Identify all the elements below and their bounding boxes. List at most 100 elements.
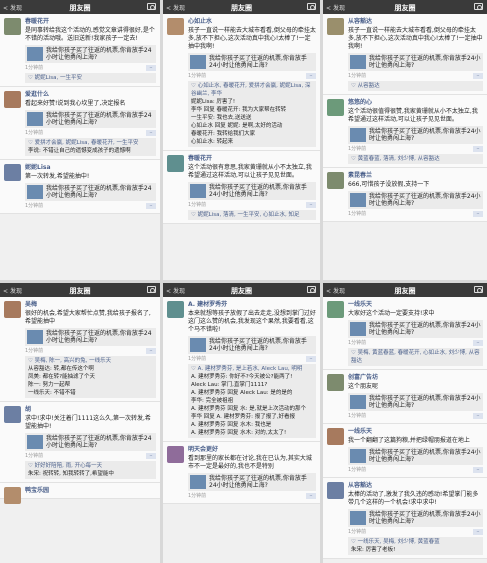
avatar[interactable]	[167, 446, 184, 463]
comment-line[interactable]: A. 建材罗秀芬 回复 水: 是,就是上次活动的那个	[191, 405, 313, 413]
poster-name[interactable]: 心如止水	[188, 17, 316, 26]
poster-name[interactable]: 从容豁达	[348, 17, 483, 26]
more-actions-button[interactable]: ··	[473, 467, 483, 473]
comment-line[interactable]: 凤美: 都在转?能抽滤了个天	[28, 373, 153, 381]
avatar[interactable]	[327, 374, 344, 391]
comment-line[interactable]: 陈一: 努力一起帮	[28, 381, 153, 389]
comment-line[interactable]: ♡ A. 建材罗秀芬, 是上若水, Aleck Lau, 明明	[191, 365, 313, 373]
comment-line[interactable]: 李华 回复 A. 建材罗秀芬: 报了报了,好看报	[191, 413, 313, 421]
comment-line[interactable]: 春暖花开: 我转给我们大家	[191, 130, 313, 138]
poster-name[interactable]: 春暖花开	[25, 17, 156, 26]
camera-icon[interactable]	[474, 3, 483, 10]
shared-link-card[interactable]: 我给你孩子买了往返的机票,你肯放手24小时让他勇闯上海?	[25, 328, 156, 346]
poster-name[interactable]: 爱逛什么	[25, 90, 156, 99]
poster-name[interactable]: 明天会更好	[188, 445, 316, 454]
comment-line[interactable]: Aleck Lau: 掌门,直掌门1111?	[191, 381, 313, 389]
avatar[interactable]	[167, 18, 184, 35]
poster-name[interactable]: 从容豁达	[348, 481, 483, 490]
shared-link-card[interactable]: 我给你孩子买了往返的机票,你肯放手24小时让他勇闯上海?	[25, 45, 156, 63]
avatar[interactable]	[4, 301, 21, 318]
comment-line[interactable]: ♡ 心如止水, 春暖花开, 爱拼才会赢, 妮妮Lisa, 深谷幽兰, 李华	[191, 82, 313, 98]
more-actions-button[interactable]: ··	[473, 73, 483, 79]
comment-line[interactable]: ♡ 妮妮Lisa, 落清, 一生平安, 心如止水, 知足	[191, 211, 313, 219]
avatar[interactable]	[4, 406, 21, 423]
avatar[interactable]	[4, 487, 21, 504]
shared-link-card[interactable]: 我给你孩子买了往返的机票,你肯放手24小时让他勇闯上海?	[348, 393, 483, 411]
more-actions-button[interactable]: ··	[306, 356, 316, 362]
poster-name[interactable]: 吴梅	[25, 300, 156, 309]
poster-name[interactable]: 春暖花开	[188, 154, 316, 163]
shared-link-card[interactable]: 我给你孩子买了往返的机票,你肯放手24小时让他勇闯上海?	[348, 320, 483, 338]
poster-name[interactable]: 悠悠的心	[348, 98, 483, 107]
more-actions-button[interactable]: ··	[146, 65, 156, 71]
comment-line[interactable]: ♡ 一线乐天, 吴梅, 刘少博, 黄蓝春蓝	[351, 538, 480, 546]
comment-line[interactable]: ♡ 好好好陪陪, 雨, 开心每一天	[28, 462, 153, 470]
poster-name[interactable]: 鸭宝乐园	[25, 486, 156, 495]
poster-name[interactable]: 素昆春兰	[348, 171, 483, 180]
comment-line[interactable]: 心如止水 回复 妮妮: 是啊,太好的活动	[191, 122, 313, 130]
more-actions-button[interactable]: ··	[306, 202, 316, 208]
avatar[interactable]	[327, 172, 344, 189]
comment-line[interactable]: A. 建材罗秀芬: 你好不?今天被公?能两了!	[191, 373, 313, 381]
comment-line[interactable]: 李说: 不错让自己的遗憾变成孩子的遗憾啊	[28, 147, 153, 155]
comment-line[interactable]: A. 建材罗秀芬 回复 水木: 我也是	[191, 421, 313, 429]
poster-name[interactable]: A. 建材罗秀芬	[188, 300, 316, 309]
comment-line[interactable]: 李华: 完全被祖祖	[191, 397, 313, 405]
comment-line[interactable]: ♡ 吴梅, 黄蓝春蓝, 春暖花开, 心如止水, 刘少博, 从容豁达	[351, 349, 480, 365]
camera-icon[interactable]	[147, 286, 156, 293]
shared-link-card[interactable]: 我给你孩子买了往返的机票,你肯放手24小时让他勇闯上海?	[25, 433, 156, 451]
poster-name[interactable]: 一线乐天	[348, 427, 483, 436]
more-actions-button[interactable]: ··	[473, 413, 483, 419]
avatar[interactable]	[327, 99, 344, 116]
more-actions-button[interactable]: ··	[473, 529, 483, 535]
comment-line[interactable]: A. 建材罗秀芬 回复 Aleck Lau: 是的是的	[191, 389, 313, 397]
shared-link-card[interactable]: 我给你孩子买了往返的机票,你肯放手24小时让他勇闯上海?	[348, 509, 483, 527]
more-actions-button[interactable]: ··	[306, 493, 316, 499]
comment-line[interactable]: 朱宋: 厉害了老板!	[351, 546, 480, 554]
shared-link-card[interactable]: 我给你孩子买了往返的机票,你肯放手24小时让他勇闯上海?	[348, 126, 483, 144]
camera-icon[interactable]	[307, 3, 316, 10]
more-actions-button[interactable]: ··	[473, 211, 483, 217]
more-actions-button[interactable]: ··	[146, 453, 156, 459]
shared-link-card[interactable]: 我给你孩子买了往返的机票,你肯放手24小时让他勇闯上海?	[188, 336, 316, 354]
avatar[interactable]	[327, 428, 344, 445]
comment-line[interactable]: 从容豁达: 转,都在传这个啊	[28, 365, 153, 373]
comment-line[interactable]: 心如止水: 转起来	[191, 138, 313, 146]
comment-line[interactable]: 朱宋: 祝转转, 知我转转了,希望能中	[28, 470, 153, 478]
avatar[interactable]	[4, 18, 21, 35]
shared-link-card[interactable]: 我给你孩子买了往返的机票,你肯放手24小时让他勇闯上海?	[25, 110, 156, 128]
comment-line[interactable]: ♡ 妮妮Lisa, 一生平安	[28, 74, 153, 82]
comment-line[interactable]: ♡ 爱拼才会赢, 妮妮Lisa, 春暖花开, 一生平安	[28, 139, 153, 147]
comment-line[interactable]: 妮妮Lisa: 厉害了!	[191, 98, 313, 106]
avatar[interactable]	[4, 91, 21, 108]
comment-line[interactable]: ♡ 从容豁达	[351, 82, 480, 90]
camera-icon[interactable]	[474, 286, 483, 293]
shared-link-card[interactable]: 我给你孩子买了往返的机票,你肯放手24小时让他勇闯上海?	[25, 183, 156, 201]
avatar[interactable]	[327, 18, 344, 35]
comment-line[interactable]: 一线乐天: 不错不错	[28, 389, 153, 397]
shared-link-card[interactable]: 我给你孩子买了往返的机票,你肯放手24小时让他勇闯上海?	[188, 473, 316, 491]
shared-link-card[interactable]: 我给你孩子买了往返的机票,你肯放手24小时让他勇闯上海?	[188, 182, 316, 200]
poster-name[interactable]: 一线乐天	[348, 300, 483, 309]
more-actions-button[interactable]: ··	[146, 348, 156, 354]
camera-icon[interactable]	[307, 286, 316, 293]
avatar[interactable]	[4, 164, 21, 181]
more-actions-button[interactable]: ··	[146, 130, 156, 136]
poster-name[interactable]: 胡	[25, 405, 156, 414]
more-actions-button[interactable]: ··	[473, 340, 483, 346]
shared-link-card[interactable]: 我给你孩子买了往返的机票,你肯放手24小时让他勇闯上海?	[188, 53, 316, 71]
shared-link-card[interactable]: 我给你孩子买了往返的机票,你肯放手24小时让他勇闯上海?	[348, 447, 483, 465]
comment-line[interactable]: 一生平安: 我也去,送送送	[191, 114, 313, 122]
poster-name[interactable]: 妮妮Lisa	[25, 163, 156, 172]
comment-line[interactable]: 李华 回复 春暖花开: 我为大家帮在转转	[191, 106, 313, 114]
avatar[interactable]	[327, 301, 344, 318]
more-actions-button[interactable]: ··	[473, 146, 483, 152]
camera-icon[interactable]	[147, 3, 156, 10]
more-actions-button[interactable]: ··	[146, 203, 156, 209]
poster-name[interactable]: 创富广告坊	[348, 373, 483, 382]
comment-line[interactable]: ♡ 黄蓝春蓝, 落清, 刘少博, 从容豁达	[351, 155, 480, 163]
avatar[interactable]	[167, 155, 184, 172]
more-actions-button[interactable]: ··	[306, 73, 316, 79]
shared-link-card[interactable]: 我给你孩子买了往返的机票,你肯放手24小时让他勇闯上海?	[348, 53, 483, 71]
comment-line[interactable]: A. 建材罗秀芬 回复 水木: 对的,太太了!	[191, 429, 313, 437]
